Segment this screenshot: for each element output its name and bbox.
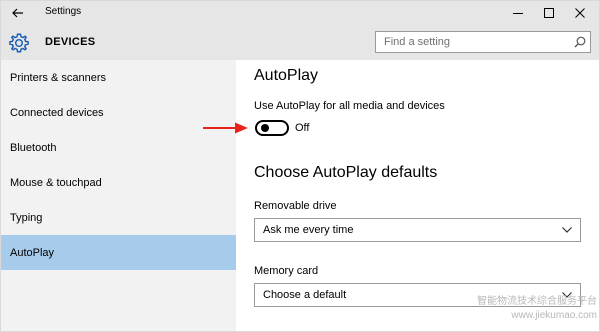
- gear-icon: [9, 33, 29, 53]
- sidebar-item-label: Bluetooth: [10, 141, 57, 154]
- sidebar-item-typing[interactable]: Typing: [1, 200, 236, 235]
- maximize-button[interactable]: [534, 1, 564, 25]
- watermark-line-2: www.jiekumao.com: [511, 310, 597, 321]
- chevron-down-icon: [562, 227, 572, 233]
- main-content: AutoPlay Use AutoPlay for all media and …: [236, 60, 599, 331]
- minimize-button[interactable]: [503, 1, 533, 25]
- watermark: 智能物流技术综合服务平台 www.jiekumao.com: [429, 295, 597, 323]
- settings-window: Settings DEVICES Find a setting Printers…: [0, 0, 600, 332]
- autoplay-heading: AutoPlay: [254, 67, 319, 84]
- maximize-icon: [544, 8, 554, 18]
- sidebar-item-label: Printers & scanners: [10, 71, 106, 84]
- memory-card-value: Choose a default: [263, 289, 347, 301]
- search-icon[interactable]: [574, 36, 586, 48]
- sidebar-item-label: AutoPlay: [10, 246, 55, 259]
- sidebar-item-label: Mouse & touchpad: [10, 176, 102, 189]
- autoplay-toggle-label: Use AutoPlay for all media and devices: [254, 100, 445, 112]
- sidebar-item-label: Typing: [10, 211, 43, 224]
- title-bar: Settings: [1, 1, 599, 25]
- search-box[interactable]: [375, 31, 591, 53]
- window-title: Settings: [45, 6, 82, 17]
- search-input[interactable]: [376, 32, 566, 52]
- toggle-state-text: Off: [295, 122, 310, 134]
- memory-card-label: Memory card: [254, 265, 319, 277]
- removable-drive-value: Ask me every time: [263, 224, 354, 236]
- close-button[interactable]: [565, 1, 595, 25]
- settings-header: DEVICES: [1, 25, 599, 60]
- back-arrow-icon: [12, 8, 23, 18]
- sidebar-item-printers-scanners[interactable]: Printers & scanners: [1, 60, 236, 95]
- sidebar-item-mouse-touchpad[interactable]: Mouse & touchpad: [1, 165, 236, 200]
- back-button[interactable]: [4, 1, 32, 25]
- close-icon: [575, 8, 585, 18]
- removable-drive-select[interactable]: Ask me every time: [254, 218, 581, 242]
- sidebar-item-bluetooth[interactable]: Bluetooth: [1, 130, 236, 165]
- sidebar-item-connected-devices[interactable]: Connected devices: [1, 95, 236, 130]
- toggle-knob: [261, 124, 269, 132]
- sidebar-item-autoplay[interactable]: AutoPlay: [1, 235, 236, 270]
- sidebar: Printers & scanners Connected devices Bl…: [1, 60, 236, 331]
- autoplay-defaults-heading: Choose AutoPlay defaults: [254, 164, 438, 181]
- sidebar-item-label: Connected devices: [10, 106, 104, 119]
- minimize-icon: [513, 13, 523, 14]
- watermark-line-1: 智能物流技术综合服务平台: [477, 296, 597, 307]
- autoplay-toggle[interactable]: [255, 120, 289, 136]
- removable-drive-label: Removable drive: [254, 200, 337, 212]
- red-arrow-icon: [203, 122, 248, 134]
- page-title: DEVICES: [45, 36, 96, 48]
